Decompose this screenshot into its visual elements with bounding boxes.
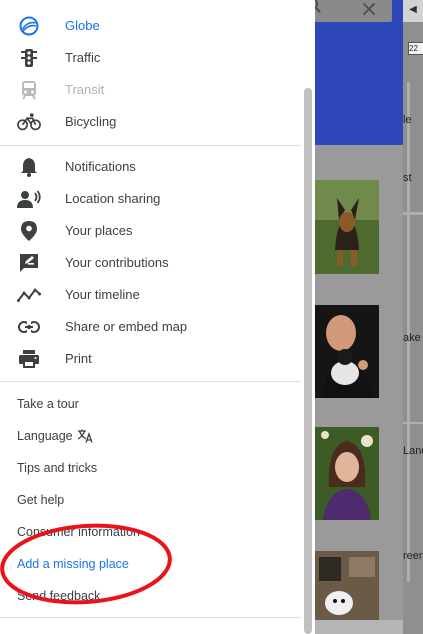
menu-label: Bicycling [65, 114, 117, 129]
menu-label: Traffic [65, 50, 101, 65]
menu-label: Your places [65, 223, 133, 238]
map-label: ake R [403, 332, 423, 344]
map-label: reen [403, 550, 423, 562]
menu-label: Location sharing [65, 191, 161, 206]
results-footer [300, 620, 403, 634]
map-label: Land [403, 445, 423, 457]
result-photo-woman[interactable] [315, 427, 379, 520]
timeline-icon [17, 284, 41, 306]
printer-icon [17, 348, 41, 370]
menu-item-your-places[interactable]: Your places [0, 215, 301, 247]
menu-item-your-contributions[interactable]: Your contributions [0, 247, 301, 279]
take-tour-link[interactable]: Take a tour [17, 394, 79, 414]
contributions-icon [17, 252, 41, 274]
divider [0, 381, 301, 382]
menu-label: Print [65, 351, 92, 366]
add-missing-place-link[interactable]: Add a missing place [17, 554, 129, 574]
link-icon [17, 316, 41, 338]
bell-icon [17, 156, 41, 178]
language-link[interactable]: Language [17, 426, 93, 446]
map-label: st [403, 172, 412, 184]
divider [0, 617, 301, 618]
consumer-information-link[interactable]: Consumer information [17, 522, 140, 542]
transit-icon [17, 79, 41, 101]
result-photo-person-cat[interactable] [315, 305, 379, 398]
menu-label: Your contributions [65, 255, 169, 270]
menu-item-bicycling[interactable]: Bicycling [0, 106, 301, 138]
bicycle-icon [17, 111, 41, 133]
menu-label: Your timeline [65, 287, 140, 302]
menu-item-transit[interactable]: Transit [0, 74, 301, 106]
menu-label: Globe [65, 18, 100, 33]
scrollbar-thumb[interactable] [304, 88, 312, 634]
menu-item-globe[interactable]: Globe [0, 10, 301, 42]
result-photo-room[interactable] [315, 551, 379, 621]
clear-search-icon[interactable]: × [356, 0, 382, 22]
globe-icon [17, 15, 41, 37]
menu-label: Transit [65, 82, 105, 97]
menu-item-location-sharing[interactable]: Location sharing [0, 183, 301, 215]
collapse-panel-icon[interactable]: ◀ [403, 0, 423, 22]
menu-item-notifications[interactable]: Notifications [0, 151, 301, 183]
menu-item-share-embed[interactable]: Share or embed map [0, 311, 301, 343]
send-feedback-link[interactable]: Send feedback [17, 586, 100, 606]
menu-item-print[interactable]: Print [0, 343, 301, 375]
divider [0, 145, 301, 146]
translate-icon [77, 429, 93, 443]
menu-item-your-timeline[interactable]: Your timeline [0, 279, 301, 311]
route-badge: 22 [408, 42, 423, 55]
place-pin-icon [17, 220, 41, 242]
side-menu-drawer: Globe Traffic Transit Bicycling Notifica… [0, 0, 302, 634]
menu-item-traffic[interactable]: Traffic [0, 42, 301, 74]
language-label: Language [17, 429, 73, 443]
get-help-link[interactable]: Get help [17, 490, 64, 510]
map-label: le [403, 114, 412, 126]
menu-label: Notifications [65, 159, 136, 174]
menu-label: Share or embed map [65, 319, 188, 334]
location-sharing-icon [17, 188, 41, 210]
result-photo-dog[interactable] [315, 180, 379, 274]
traffic-light-icon [17, 47, 41, 69]
drawer-scrollbar[interactable] [301, 0, 315, 634]
tips-tricks-link[interactable]: Tips and tricks [17, 458, 97, 478]
